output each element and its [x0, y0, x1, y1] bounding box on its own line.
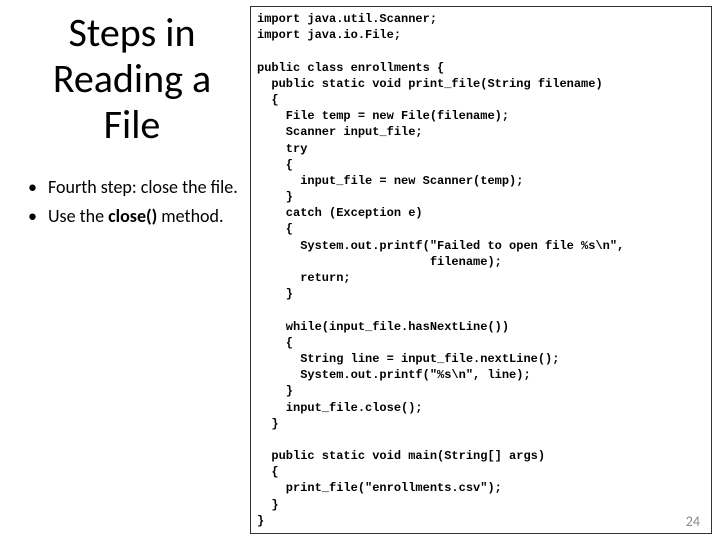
left-column: Steps in Reading a File • Fourth step: c… [0, 0, 250, 540]
title-line-2: Reading a [53, 54, 211, 103]
bullet-dot-icon: • [28, 205, 38, 228]
title-line-1: Steps in [69, 8, 196, 57]
bullet-text: Fourth step: close the file. [48, 176, 238, 199]
bullet-dot-icon: • [28, 176, 38, 199]
bullet-item: • Fourth step: close the file. [28, 176, 240, 199]
bullet-pre: Use the [48, 205, 108, 227]
bullet-list: • Fourth step: close the file. • Use the… [24, 176, 240, 227]
right-column: import java.util.Scanner; import java.io… [250, 0, 720, 540]
bullet-post: method. [157, 205, 223, 227]
title-line-3: File [104, 100, 161, 149]
slide-title: Steps in Reading a File [24, 10, 240, 148]
code-block: import java.util.Scanner; import java.io… [250, 6, 712, 534]
bullet-item: • Use the close() method. [28, 205, 240, 228]
page-number: 24 [686, 513, 700, 530]
slide: Steps in Reading a File • Fourth step: c… [0, 0, 720, 540]
bullet-bold: close() [108, 205, 157, 227]
bullet-text: Use the close() method. [48, 205, 224, 228]
